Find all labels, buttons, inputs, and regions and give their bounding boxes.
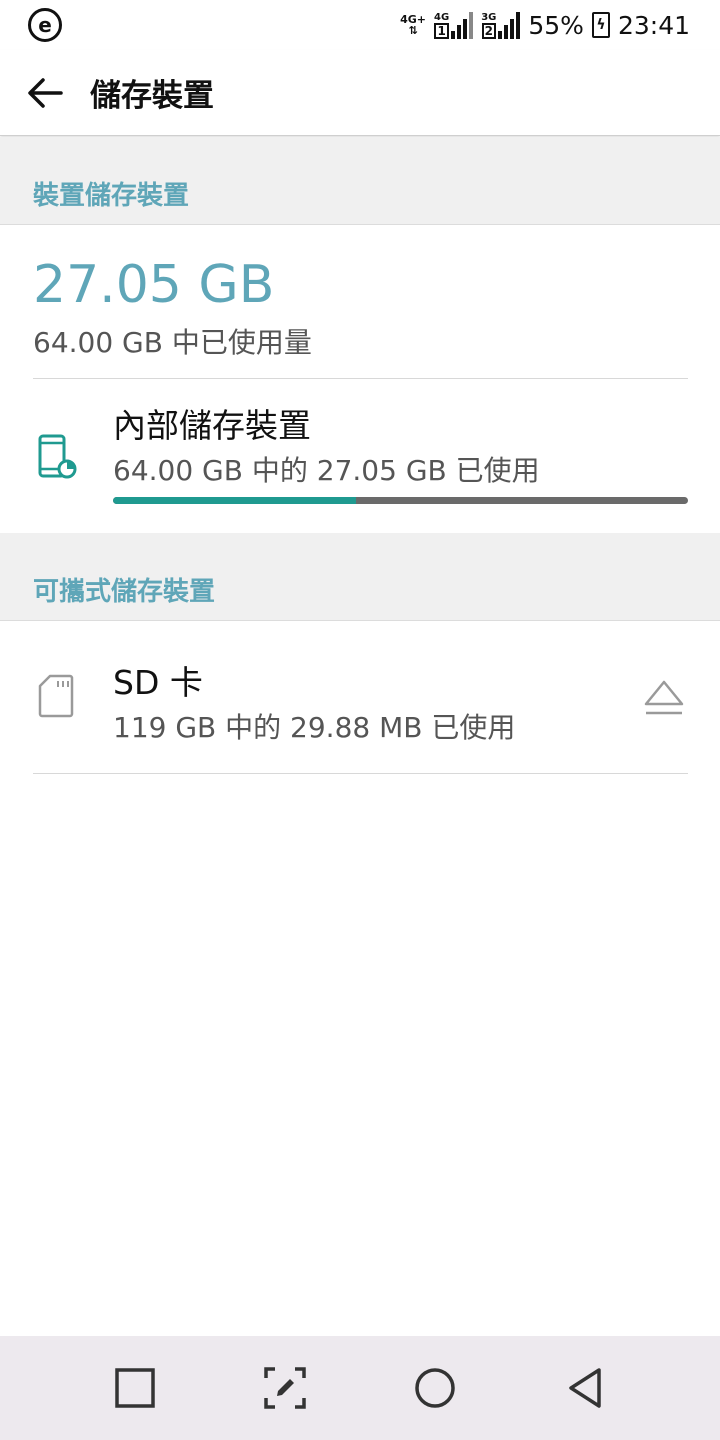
clock: 23:41 bbox=[617, 10, 690, 40]
eject-icon bbox=[644, 680, 684, 715]
status-bar: e 4G+ ⇅ 4G 1 3G 2 55% ϟ 23:41 bbox=[0, 0, 720, 50]
recents-square-icon bbox=[115, 1368, 155, 1408]
section-header-portable-storage: 可攜式儲存裝置 bbox=[0, 533, 720, 621]
sim1-signal: 4G 1 bbox=[434, 11, 474, 39]
sim1-group: 4G 1 bbox=[434, 13, 449, 39]
section-header-label: 可攜式儲存裝置 bbox=[33, 577, 216, 607]
capture-edit-icon bbox=[264, 1367, 306, 1409]
signal-icon bbox=[451, 11, 474, 39]
sim1-type: 4G bbox=[434, 12, 450, 23]
storage-settings-screen: e 4G+ ⇅ 4G 1 3G 2 55% ϟ 23:41 儲存裝置 裝置儲存裝… bbox=[0, 0, 720, 1440]
sd-card-item[interactable]: SD 卡 119 GB 中的 29.88 MB 已使用 bbox=[0, 622, 720, 774]
internal-storage-progress bbox=[113, 497, 688, 504]
internal-storage-progress-fill bbox=[113, 497, 357, 504]
back-button[interactable] bbox=[0, 50, 90, 136]
sim1-slot: 1 bbox=[434, 23, 449, 39]
sim2-type: 3G bbox=[481, 12, 497, 23]
navigation-bar bbox=[0, 1336, 720, 1440]
sim2-slot: 2 bbox=[481, 23, 496, 39]
section-header-device-storage: 裝置儲存裝置 bbox=[0, 137, 720, 225]
status-right: 4G+ ⇅ 4G 1 3G 2 55% ϟ 23:41 bbox=[400, 11, 690, 40]
page-title: 儲存裝置 bbox=[90, 78, 214, 114]
used-amount: 27.05 GB bbox=[33, 255, 275, 315]
section-header-label: 裝置儲存裝置 bbox=[33, 181, 190, 211]
nav-back-button[interactable] bbox=[545, 1348, 625, 1428]
internal-storage-subtitle: 64.00 GB 中的 27.05 GB 已使用 bbox=[113, 454, 540, 487]
home-button[interactable] bbox=[395, 1348, 475, 1428]
status-left: e bbox=[28, 8, 62, 42]
network-badge: 4G+ ⇅ bbox=[400, 14, 426, 36]
battery-percent: 55% bbox=[528, 10, 584, 40]
phone-storage-icon bbox=[38, 434, 77, 479]
sim2-signal: 3G 2 bbox=[481, 11, 521, 39]
sd-card-subtitle: 119 GB 中的 29.88 MB 已使用 bbox=[113, 711, 516, 744]
storage-summary: 27.05 GB 64.00 GB 中已使用量 bbox=[33, 255, 688, 361]
sd-card-icon bbox=[38, 674, 74, 718]
app-bar: 儲存裝置 bbox=[0, 50, 720, 136]
recents-button[interactable] bbox=[95, 1348, 175, 1428]
arrow-left-icon bbox=[28, 77, 63, 108]
data-arrows-icon: ⇅ bbox=[408, 24, 418, 37]
internal-storage-title: 內部儲存裝置 bbox=[113, 406, 311, 445]
capture-edit-button[interactable] bbox=[245, 1348, 325, 1428]
sd-card-title: SD 卡 bbox=[113, 663, 203, 702]
app-e-icon: e bbox=[28, 8, 62, 42]
used-caption: 64.00 GB 中已使用量 bbox=[33, 326, 312, 359]
eject-button[interactable] bbox=[640, 674, 688, 722]
battery-charging-icon: ϟ bbox=[591, 12, 610, 38]
sim2-group: 3G 2 bbox=[481, 13, 496, 39]
divider bbox=[33, 773, 688, 774]
internal-storage-item[interactable]: 內部儲存裝置 64.00 GB 中的 27.05 GB 已使用 bbox=[0, 379, 720, 532]
home-circle-icon bbox=[415, 1368, 455, 1408]
back-triangle-icon bbox=[569, 1368, 601, 1408]
signal-icon bbox=[498, 11, 521, 39]
